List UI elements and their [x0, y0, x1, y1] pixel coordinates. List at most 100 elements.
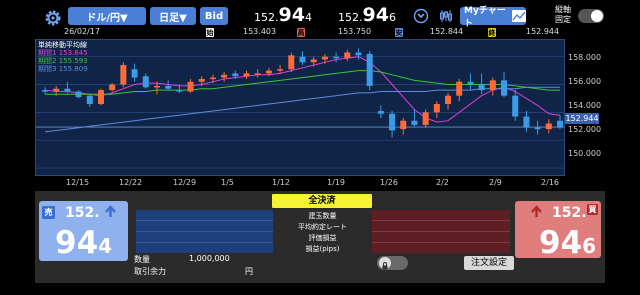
legend-item: 期間1 153.845	[38, 49, 88, 57]
y-tick-label: 152.000	[568, 125, 601, 134]
lock-icon	[379, 257, 391, 269]
candle-body	[333, 57, 339, 59]
candle-body	[154, 86, 160, 88]
toggle-knob	[591, 10, 603, 22]
candle-body	[400, 121, 406, 129]
y-tick-label: 154.000	[568, 101, 601, 110]
sell-price-big: 944	[55, 225, 112, 261]
candle-body	[53, 89, 59, 92]
candle-body	[255, 73, 261, 75]
candle-body	[546, 124, 552, 130]
period-dropdown[interactable]: 日足▼	[150, 7, 196, 25]
x-tick-label: 1/12	[272, 178, 290, 187]
candle-body	[64, 89, 70, 92]
buy-arrow-icon	[530, 203, 543, 216]
candle-body	[232, 73, 238, 76]
order-settings-button[interactable]: 注文設定	[464, 256, 514, 270]
candle-body	[557, 121, 563, 128]
row-label-pl-pips: 損益(pips)	[273, 244, 372, 255]
candle-settings-icon[interactable]	[438, 8, 454, 24]
x-tick-label: 12/15	[66, 178, 89, 187]
candle-body	[221, 75, 227, 78]
candle-body	[199, 79, 205, 82]
candle-body	[467, 82, 473, 85]
y-tick-label: 156.000	[568, 77, 601, 86]
candle-body	[434, 104, 440, 112]
x-tick-label: 1/26	[380, 178, 398, 187]
candle-body	[501, 80, 507, 95]
candle-body	[76, 91, 82, 97]
axis-fixed-toggle[interactable]	[578, 9, 604, 23]
candle-body	[367, 54, 373, 86]
candle-body	[456, 82, 462, 96]
candle-body	[266, 71, 272, 74]
close-value: 152.944	[526, 27, 559, 36]
sma-line	[45, 87, 560, 132]
candle-body	[87, 96, 93, 104]
candle-body	[490, 80, 496, 90]
x-tick-label: 1/19	[327, 178, 345, 187]
margin-label: 取引余力	[134, 266, 166, 277]
speed-order-icon[interactable]	[413, 8, 429, 24]
x-tick-label: 12/29	[173, 178, 196, 187]
buy-button[interactable]: 買 152. 946	[515, 201, 601, 258]
sell-arrow-icon	[104, 203, 117, 216]
bid-button[interactable]: Bid	[200, 7, 228, 25]
low-value: 152.844	[430, 27, 463, 36]
currency-pair-dropdown[interactable]: ドル/円▼	[68, 7, 146, 25]
high-tag: 高	[297, 28, 305, 37]
candle-body	[120, 65, 126, 84]
candle-body	[210, 78, 216, 80]
candle-body	[109, 85, 115, 91]
candle-body	[322, 57, 328, 60]
header-ask-price: 152.946	[338, 4, 396, 26]
candle-body	[411, 121, 417, 125]
candle-body	[143, 76, 149, 87]
legend-item: 期間3 155.809	[38, 65, 88, 73]
candle-body	[378, 111, 384, 114]
sell-tag: 売	[42, 206, 55, 219]
x-tick-label: 2/16	[541, 178, 559, 187]
quantity-value[interactable]: 1,000,000	[189, 254, 230, 263]
candle-body	[344, 53, 350, 59]
chart-canvas	[36, 40, 564, 175]
close-all-button[interactable]: 全決済	[272, 194, 372, 208]
candle-body	[188, 82, 194, 92]
open-tag: 始	[206, 28, 214, 37]
my-chart-button[interactable]: Myチャート	[460, 7, 526, 25]
sma-legend: 単純移動平均線 期間1 153.845 期間2 155.593 期間3 155.…	[38, 41, 88, 73]
x-tick-label: 1/5	[221, 178, 234, 187]
candle-body	[176, 90, 182, 92]
candle-body	[512, 96, 518, 117]
y-tick-label: 158.000	[568, 53, 601, 62]
candle-body	[300, 57, 306, 63]
chart-line-icon	[512, 10, 526, 22]
legend-item: 期間2 155.593	[38, 57, 88, 65]
candle-body	[479, 85, 485, 91]
candle-body	[445, 96, 451, 104]
margin-unit: 円	[245, 266, 253, 277]
candle-body	[423, 112, 429, 125]
candle-body	[523, 117, 529, 128]
ohlc-date: 26/02/17	[64, 27, 100, 36]
candle-body	[42, 90, 48, 92]
row-label-position-qty: 建玉数量	[273, 211, 372, 222]
candle-body	[311, 59, 317, 62]
row-label-unrealized-pl: 評価損益	[273, 233, 372, 244]
settings-gear-icon[interactable]	[44, 9, 62, 27]
candle-body	[165, 86, 171, 89]
candle-body	[535, 128, 541, 130]
header-bid-price: 152.944	[254, 4, 312, 26]
buy-price-big: 946	[539, 225, 596, 261]
candle-body	[389, 114, 395, 131]
quantity-label: 数量	[134, 254, 150, 265]
candle-body	[132, 69, 138, 77]
price-chart[interactable]	[35, 39, 565, 176]
legend-title: 単純移動平均線	[38, 41, 88, 49]
current-price-marker: 152.944	[565, 113, 599, 124]
lock-toggle[interactable]	[377, 256, 408, 270]
axis-fixed-label: 縦軸 固定	[555, 5, 571, 25]
buy-price-small: 152.	[552, 205, 587, 221]
position-labels: 建玉数量 平均約定レート 評価損益 損益(pips)	[273, 211, 372, 255]
x-tick-label: 12/22	[119, 178, 142, 187]
